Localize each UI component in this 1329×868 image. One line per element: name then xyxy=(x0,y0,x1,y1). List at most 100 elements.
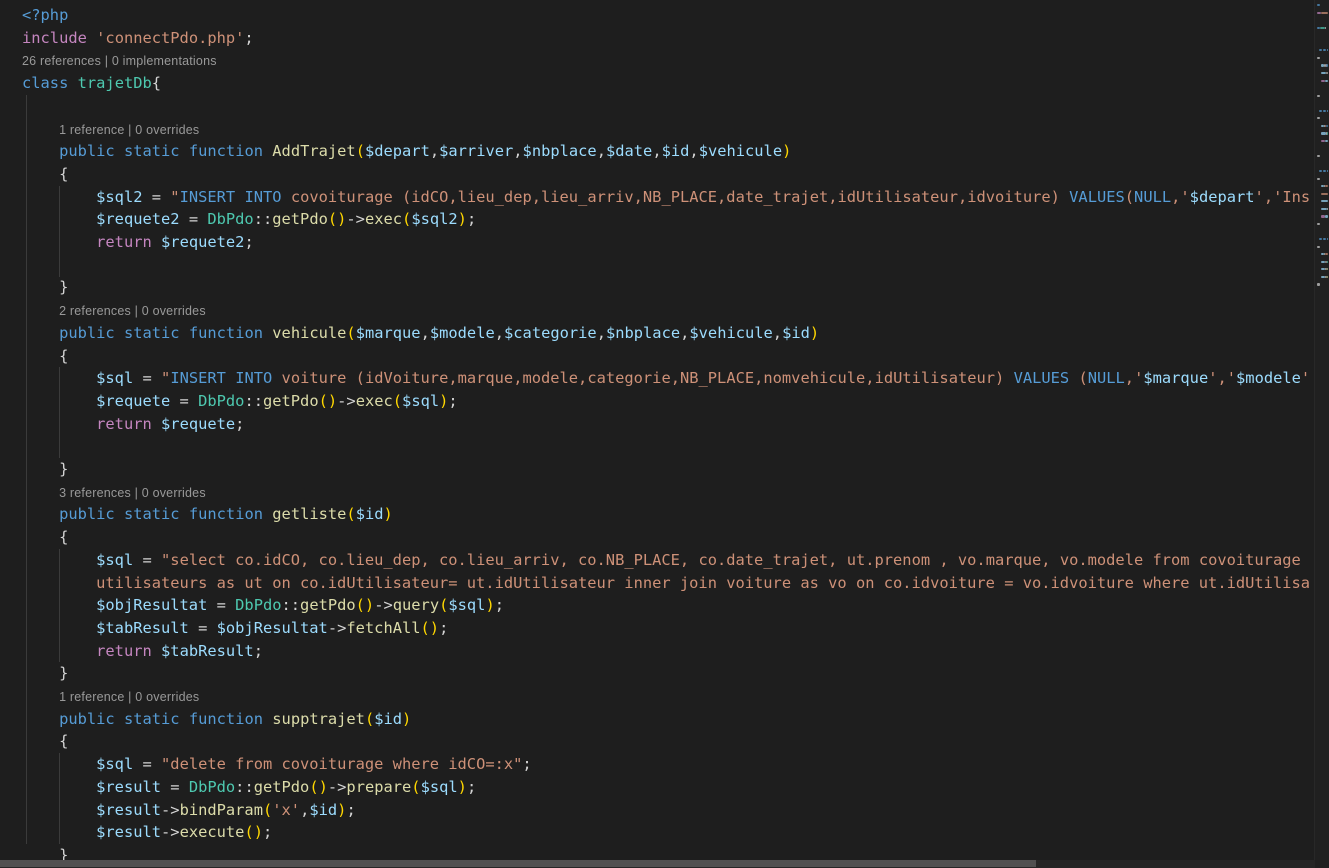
codelens-text[interactable]: 1 reference | 0 overrides xyxy=(22,690,199,704)
codelens-link[interactable]: 1 reference | 0 overrides xyxy=(22,685,199,708)
code-token: () xyxy=(356,596,375,614)
codelens-text[interactable]: 1 reference | 0 overrides xyxy=(22,123,199,137)
code-token: () xyxy=(328,210,347,228)
code-token: ) xyxy=(810,324,819,342)
code-token: covoiturage (idCO,lieu_dep,lieu_arriv,NB… xyxy=(282,188,1070,206)
minimap-mark xyxy=(1317,246,1320,248)
minimap-mark xyxy=(1319,110,1322,112)
code-line[interactable]: $requete = DbPdo::getPdo()->exec($sql); xyxy=(22,390,458,413)
code-token: = xyxy=(133,369,161,387)
minimap-mark xyxy=(1325,80,1328,82)
code-token: include xyxy=(22,29,87,47)
code-line[interactable]: public static function getliste($id) xyxy=(22,503,393,526)
codelens-link[interactable]: 1 reference | 0 overrides xyxy=(22,118,199,141)
code-line[interactable]: return $requete; xyxy=(22,413,244,436)
code-token: ; xyxy=(495,596,504,614)
code-token xyxy=(68,74,77,92)
code-line[interactable]: $result->bindParam('x',$id); xyxy=(22,799,356,822)
code-token: -> xyxy=(161,801,180,819)
code-token: getPdo xyxy=(254,778,310,796)
code-token: ; xyxy=(263,823,272,841)
code-token: = xyxy=(189,619,217,637)
code-token: static xyxy=(124,142,180,160)
code-token: ; xyxy=(244,233,253,251)
code-token: return xyxy=(96,233,152,251)
minimap-mark xyxy=(1317,57,1320,59)
code-token: DbPdo xyxy=(189,778,235,796)
minimap-mark xyxy=(1323,238,1326,240)
code-token: $sql xyxy=(96,755,133,773)
code-token: $sql xyxy=(96,551,133,569)
code-token: -> xyxy=(328,619,347,637)
code-token: $id xyxy=(782,324,810,342)
codelens-text[interactable]: 26 references | 0 implementations xyxy=(22,54,217,68)
code-token: getPdo xyxy=(263,392,319,410)
minimap-mark xyxy=(1325,185,1328,187)
codelens-link[interactable]: 3 references | 0 overrides xyxy=(22,481,206,504)
code-line[interactable]: $requete2 = DbPdo::getPdo()->exec($sql2)… xyxy=(22,208,476,231)
code-line[interactable]: $sql = "INSERT INTO voiture (idVoiture,m… xyxy=(22,367,1310,390)
code-line[interactable]: utilisateurs as ut on co.idUtilisateur= … xyxy=(22,572,1310,595)
code-line[interactable]: } xyxy=(22,662,68,685)
code-token: ( xyxy=(1125,188,1134,206)
code-token: -> xyxy=(337,392,356,410)
code-line[interactable]: include 'connectPdo.php'; xyxy=(22,27,254,50)
code-token: supptrajet xyxy=(272,710,365,728)
code-line[interactable]: { xyxy=(22,526,68,549)
code-token xyxy=(22,142,59,160)
codelens-link[interactable]: 2 references | 0 overrides xyxy=(22,299,206,322)
minimap-mark xyxy=(1317,12,1321,14)
code-line[interactable]: $sql = "delete from covoiturage where id… xyxy=(22,753,532,776)
code-line[interactable]: public static function supptrajet($id) xyxy=(22,708,411,731)
minimap-mark xyxy=(1321,193,1328,195)
code-token: ( xyxy=(1069,369,1088,387)
code-line[interactable]: { xyxy=(22,730,68,753)
code-line[interactable]: return $requete2; xyxy=(22,231,254,254)
code-line[interactable]: public static function vehicule($marque,… xyxy=(22,322,819,345)
horizontal-scrollbar-thumb[interactable] xyxy=(0,860,1036,867)
code-line[interactable]: $sql = "select co.idCO, co.lieu_dep, co.… xyxy=(22,549,1310,572)
code-line[interactable]: { xyxy=(22,345,68,368)
code-token xyxy=(180,505,189,523)
indent-guide xyxy=(59,549,60,662)
minimap-mark xyxy=(1317,117,1320,119)
horizontal-scrollbar-track[interactable] xyxy=(0,860,1315,868)
code-token: $sql xyxy=(96,369,133,387)
code-token xyxy=(152,233,161,251)
code-line[interactable]: } xyxy=(22,458,68,481)
code-token: ( xyxy=(402,210,411,228)
codelens-text[interactable]: 2 references | 0 overrides xyxy=(22,304,206,318)
code-token: ( xyxy=(439,596,448,614)
code-token: INTO xyxy=(235,369,272,387)
codelens-text[interactable]: 3 references | 0 overrides xyxy=(22,486,206,500)
code-token: execute xyxy=(180,823,245,841)
code-line[interactable]: $objResultat = DbPdo::getPdo()->query($s… xyxy=(22,594,504,617)
code-line[interactable]: $sql2 = "INSERT INTO covoiturage (idCO,l… xyxy=(22,186,1310,209)
code-line[interactable]: { xyxy=(22,163,68,186)
code-token: $categorie xyxy=(504,324,597,342)
code-line[interactable]: class trajetDb{ xyxy=(22,72,161,95)
code-token: ' xyxy=(1301,369,1310,387)
code-token: , xyxy=(421,324,430,342)
code-line[interactable]: <?php xyxy=(22,4,68,27)
code-token: exec xyxy=(356,392,393,410)
code-token: () xyxy=(421,619,440,637)
code-token: function xyxy=(189,505,263,523)
code-token: } xyxy=(22,278,68,296)
code-token: ( xyxy=(393,392,402,410)
code-token: ; xyxy=(254,642,263,660)
codelens-link[interactable]: 26 references | 0 implementations xyxy=(22,49,217,72)
code-line[interactable]: } xyxy=(22,276,68,299)
minimap[interactable] xyxy=(1314,0,1329,868)
minimap-mark xyxy=(1327,110,1328,112)
code-token: " xyxy=(170,188,179,206)
code-line[interactable]: $tabResult = $objResultat->fetchAll(); xyxy=(22,617,448,640)
code-token: ; xyxy=(439,619,448,637)
minimap-mark xyxy=(1319,49,1322,51)
code-token: ','Ins xyxy=(1255,188,1311,206)
minimap-mark xyxy=(1325,215,1328,217)
code-line[interactable]: $result = DbPdo::getPdo()->prepare($sql)… xyxy=(22,776,476,799)
code-line[interactable]: public static function AddTrajet($depart… xyxy=(22,140,791,163)
code-editor[interactable]: <?phpinclude 'connectPdo.php'; 26 referen… xyxy=(0,0,1329,868)
code-token: INTO xyxy=(244,188,281,206)
